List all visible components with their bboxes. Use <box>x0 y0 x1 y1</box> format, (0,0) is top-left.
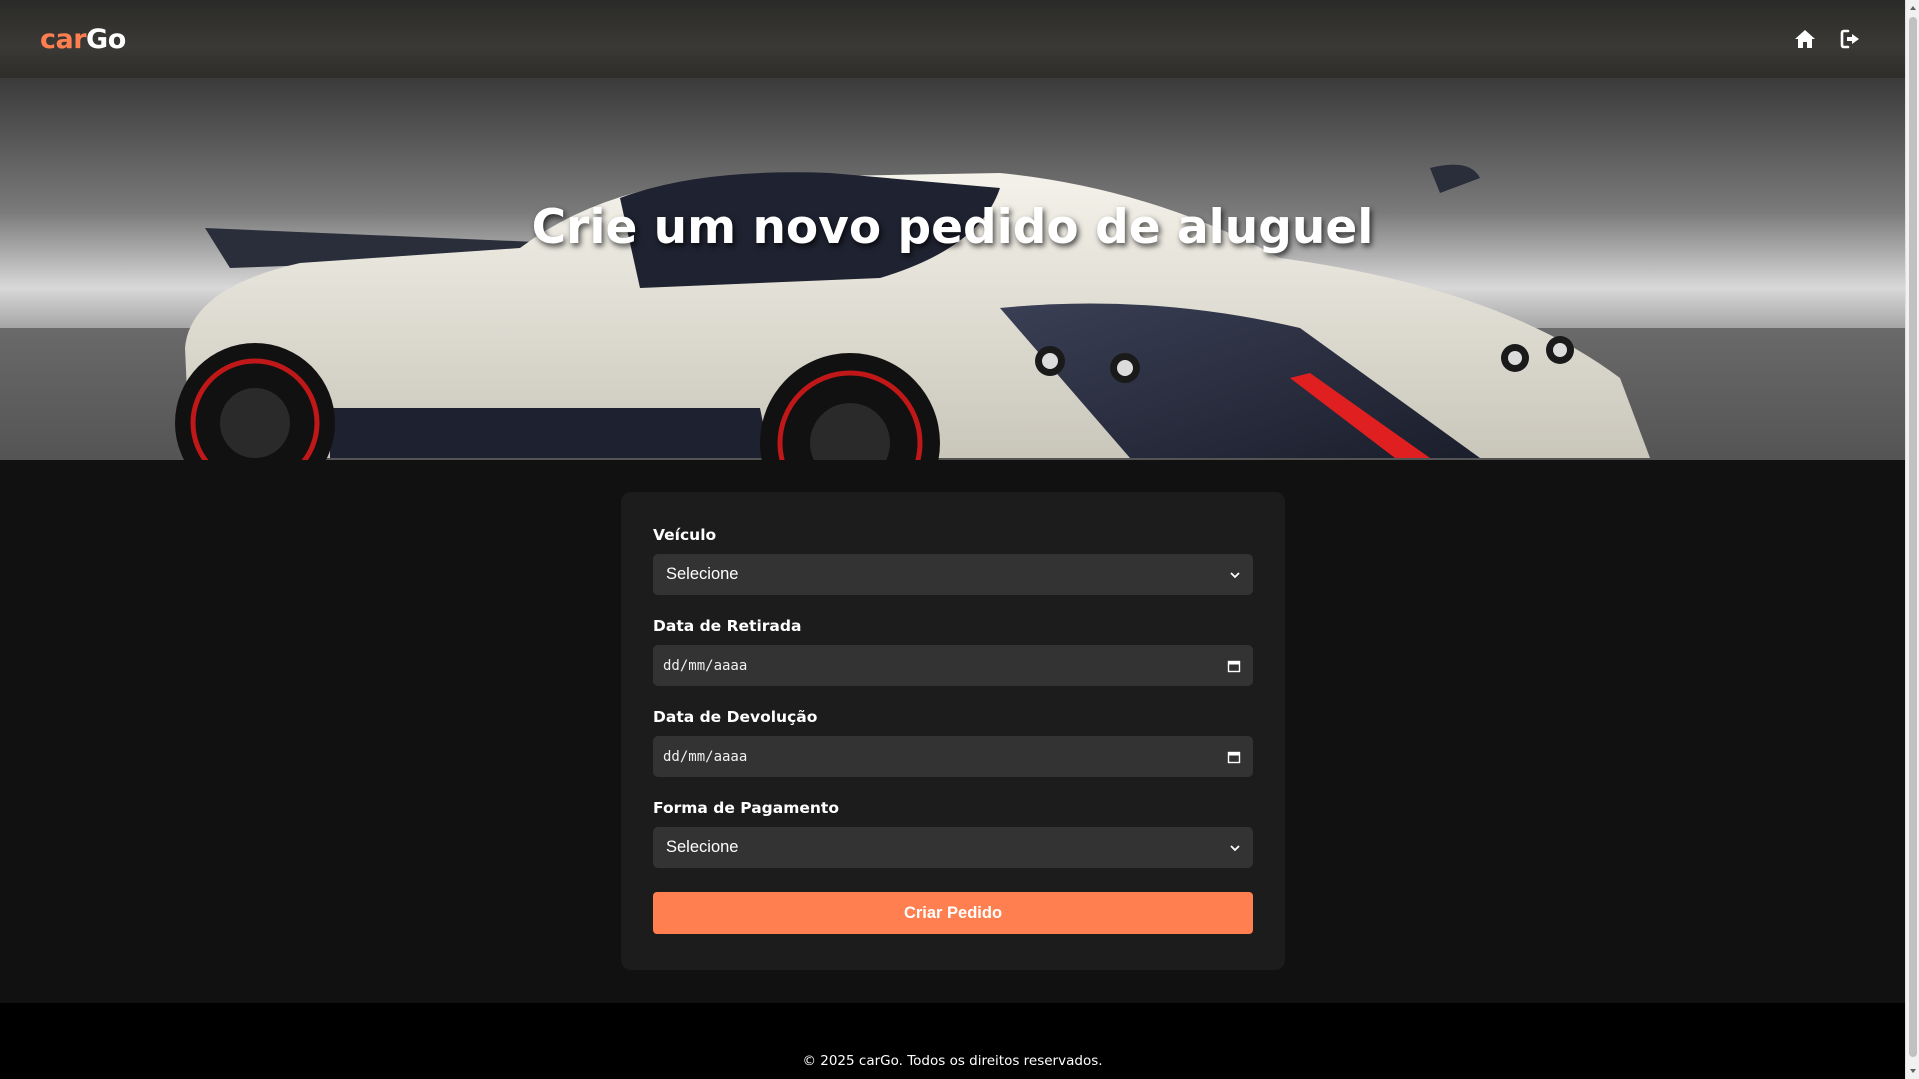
logo-part-car: car <box>40 23 87 55</box>
payment-select[interactable]: Selecione <box>653 827 1253 868</box>
chevron-down-icon <box>1230 571 1240 578</box>
vehicle-select[interactable]: Selecione <box>653 554 1253 595</box>
scroll-up-arrow-icon[interactable] <box>1909 4 1917 12</box>
hero-car-image <box>0 78 1905 460</box>
vehicle-label: Veículo <box>653 526 717 544</box>
return-date-placeholder: dd/mm/aaaa <box>663 748 748 765</box>
create-order-button[interactable]: Criar Pedido <box>653 892 1253 934</box>
chevron-down-icon <box>1230 844 1240 851</box>
pickup-date-placeholder: dd/mm/aaaa <box>663 657 748 674</box>
calendar-icon[interactable] <box>1227 659 1241 673</box>
rental-order-form: Veículo Selecione Data de Retirada dd/mm… <box>621 492 1285 970</box>
scroll-down-arrow-icon[interactable] <box>1909 1067 1917 1075</box>
calendar-icon[interactable] <box>1227 750 1241 764</box>
logo-part-go: Go <box>86 23 126 55</box>
return-date-field: Data de Devolução dd/mm/aaaa <box>653 708 1253 777</box>
page-title: Crie um novo pedido de aluguel <box>531 200 1374 255</box>
vehicle-field: Veículo Selecione <box>653 526 1253 595</box>
hero-banner: Crie um novo pedido de aluguel <box>0 78 1905 460</box>
nav-icons <box>1793 27 1863 51</box>
page-scrollbar[interactable] <box>1905 0 1919 1079</box>
navbar: carGo <box>0 0 1905 78</box>
footer: © 2025 carGo. Todos os direitos reservad… <box>0 1003 1905 1079</box>
copyright-text: © 2025 carGo. Todos os direitos reservad… <box>802 1053 1103 1069</box>
pickup-date-field: Data de Retirada dd/mm/aaaa <box>653 617 1253 686</box>
vehicle-select-value: Selecione <box>666 565 739 583</box>
payment-select-value: Selecione <box>666 838 739 856</box>
pickup-date-label: Data de Retirada <box>653 617 802 635</box>
home-icon[interactable] <box>1793 27 1817 51</box>
payment-field: Forma de Pagamento Selecione <box>653 799 1253 868</box>
return-date-input[interactable]: dd/mm/aaaa <box>653 736 1253 777</box>
return-date-label: Data de Devolução <box>653 708 818 726</box>
brand-logo[interactable]: carGo <box>40 24 126 55</box>
pickup-date-input[interactable]: dd/mm/aaaa <box>653 645 1253 686</box>
scroll-thumb[interactable] <box>1909 17 1917 1057</box>
logout-icon[interactable] <box>1839 27 1863 51</box>
payment-label: Forma de Pagamento <box>653 799 839 817</box>
